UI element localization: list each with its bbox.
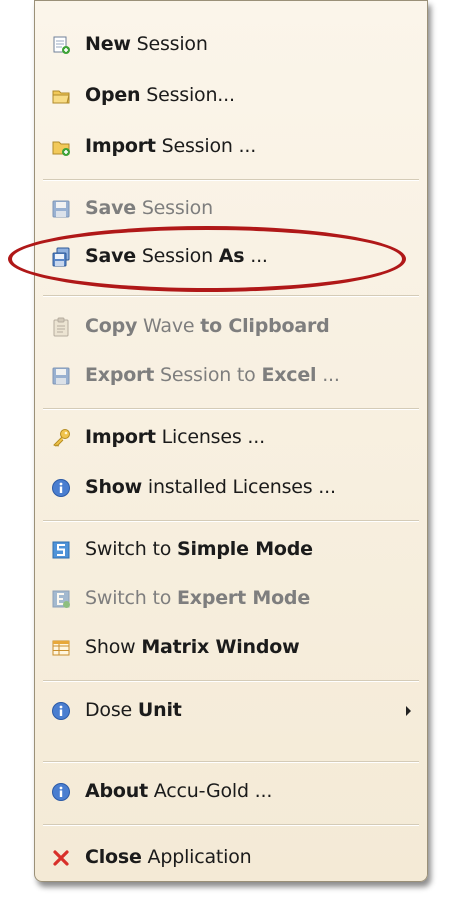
- close-x-icon: [51, 848, 71, 868]
- expert-mode-icon: [51, 589, 71, 609]
- menu-item-import-licenses[interactable]: Import Licenses ...: [35, 421, 427, 455]
- submenu-arrow-icon: [406, 706, 411, 716]
- menu-item-new-session[interactable]: New Session: [35, 28, 427, 62]
- menu-item-open-session[interactable]: Open Session...: [35, 79, 427, 113]
- menu-separator: [43, 761, 419, 763]
- key-icon: [51, 428, 71, 448]
- menu-item-label: Save Session: [85, 197, 213, 219]
- menu-item-matrix-window[interactable]: Show Matrix Window: [35, 631, 427, 665]
- menu-separator: [43, 824, 419, 826]
- menu-separator: [43, 680, 419, 682]
- menu-item-label: New Session: [85, 33, 208, 55]
- import-session-icon: [51, 137, 71, 157]
- menu-item-label: Dose Unit: [85, 699, 182, 721]
- menu-item-simple-mode[interactable]: Switch to Simple Mode: [35, 533, 427, 567]
- menu-item-dose-unit[interactable]: Dose Unit: [35, 694, 427, 728]
- menu-item-expert-mode[interactable]: Switch to Expert Mode: [35, 582, 427, 616]
- new-session-icon: [51, 35, 71, 55]
- menu-item-label: Export Session to Excel ...: [85, 364, 340, 386]
- menu-item-save-session-as[interactable]: Save Session As ...: [35, 240, 427, 274]
- menu-item-label: Close Application: [85, 846, 252, 868]
- info-icon: [51, 782, 71, 802]
- menu-item-close-application[interactable]: Close Application: [35, 841, 427, 875]
- save-as-icon: [51, 247, 71, 267]
- matrix-window-icon: [51, 638, 71, 658]
- menu-item-save-session[interactable]: Save Session: [35, 192, 427, 226]
- menu-item-label: Copy Wave to Clipboard: [85, 315, 330, 337]
- menu-item-export-excel[interactable]: Export Session to Excel ...: [35, 359, 427, 393]
- menu-item-label: Switch to Expert Mode: [85, 587, 311, 609]
- menu-separator: [43, 520, 419, 522]
- menu-separator: [43, 408, 419, 410]
- info-icon: [51, 701, 71, 721]
- open-folder-icon: [51, 86, 71, 106]
- menu-separator: [43, 295, 419, 297]
- menu-item-about[interactable]: About Accu-Gold ...: [35, 775, 427, 809]
- menu-item-label: Save Session As ...: [85, 245, 268, 267]
- menu-item-show-licenses[interactable]: Show installed Licenses ...: [35, 471, 427, 505]
- menu-item-import-session[interactable]: Import Session ...: [35, 130, 427, 164]
- menu-item-copy-wave[interactable]: Copy Wave to Clipboard: [35, 310, 427, 344]
- info-icon: [51, 478, 71, 498]
- menu-item-label: Switch to Simple Mode: [85, 538, 313, 560]
- save-icon: [51, 366, 71, 386]
- simple-mode-icon: [51, 540, 71, 560]
- menu-item-label: Show Matrix Window: [85, 636, 300, 658]
- menu-item-label: Import Licenses ...: [85, 426, 265, 448]
- clipboard-icon: [51, 317, 71, 337]
- menu-item-label: Import Session ...: [85, 135, 257, 157]
- menu-item-label: About Accu-Gold ...: [85, 780, 273, 802]
- menu-item-label: Open Session...: [85, 84, 235, 106]
- menu-item-label: Show installed Licenses ...: [85, 476, 336, 498]
- application-menu: New Session Open Session... Import Session…: [34, 0, 428, 882]
- menu-separator: [43, 179, 419, 181]
- save-icon: [51, 199, 71, 219]
